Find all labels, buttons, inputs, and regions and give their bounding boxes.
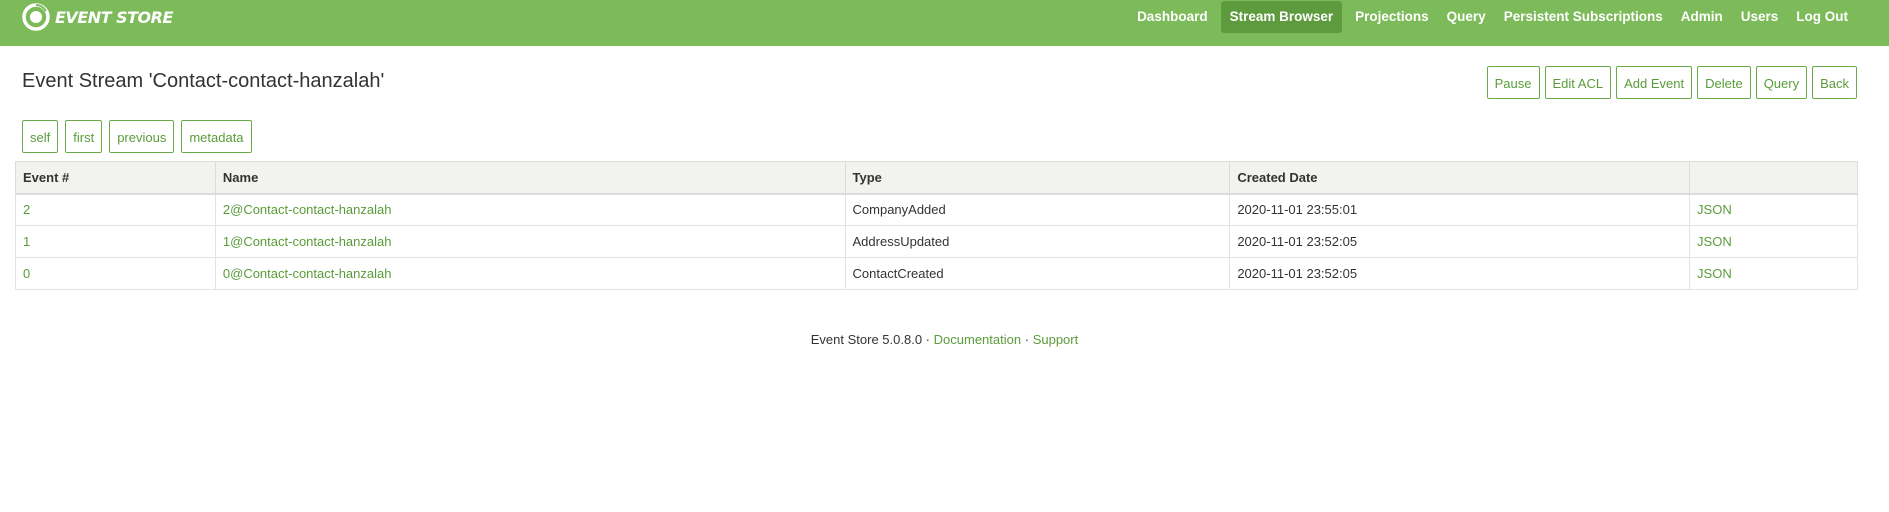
table-row: 2 2@Contact-contact-hanzalah CompanyAdde…: [15, 193, 1858, 226]
stream-action-buttons: Pause Edit ACL Add Event Delete Query Ba…: [1486, 66, 1857, 99]
event-json-link[interactable]: JSON: [1689, 193, 1858, 226]
self-link-button[interactable]: self: [22, 120, 59, 153]
events-table: Event # Name Type Created Date 2 2@Conta…: [15, 161, 1858, 290]
footer: Event Store 5.0.8.0 · Documentation · Su…: [0, 332, 1889, 347]
edit-acl-button[interactable]: Edit ACL: [1544, 66, 1612, 99]
top-navbar: EVENT STORE Dashboard Stream Browser Pro…: [0, 0, 1889, 46]
event-name-link[interactable]: 1@Contact-contact-hanzalah: [214, 225, 846, 258]
event-type: ContactCreated: [844, 257, 1231, 290]
nav-persistent-subscriptions[interactable]: Persistent Subscriptions: [1495, 0, 1672, 34]
event-name-link[interactable]: 2@Contact-contact-hanzalah: [214, 193, 846, 226]
table-header-row: Event # Name Type Created Date: [15, 161, 1858, 195]
header-json: [1689, 161, 1858, 195]
nav-admin[interactable]: Admin: [1672, 0, 1732, 34]
nav-stream-browser[interactable]: Stream Browser: [1220, 1, 1343, 33]
footer-separator: ·: [925, 332, 931, 347]
header-event-number: Event #: [15, 161, 216, 195]
event-created-date: 2020-11-01 23:52:05: [1229, 257, 1691, 290]
event-type: CompanyAdded: [844, 193, 1231, 226]
back-button[interactable]: Back: [1812, 66, 1857, 99]
event-created-date: 2020-11-01 23:55:01: [1229, 193, 1691, 226]
event-number-link[interactable]: 2: [15, 193, 216, 226]
header-created-date: Created Date: [1229, 161, 1691, 195]
query-button[interactable]: Query: [1755, 66, 1808, 99]
event-name-link[interactable]: 0@Contact-contact-hanzalah: [214, 257, 846, 290]
nav-query[interactable]: Query: [1438, 0, 1495, 34]
nav-dashboard[interactable]: Dashboard: [1128, 0, 1217, 34]
event-store-logo-icon: [22, 3, 50, 31]
first-link-button[interactable]: first: [65, 120, 103, 153]
nav-users[interactable]: Users: [1732, 0, 1788, 34]
documentation-link[interactable]: Documentation: [934, 332, 1021, 347]
brand-name: EVENT STORE: [55, 7, 173, 27]
stream-link-buttons: self first previous metadata: [22, 120, 252, 153]
table-row: 0 0@Contact-contact-hanzalah ContactCrea…: [15, 257, 1858, 290]
event-json-link[interactable]: JSON: [1689, 225, 1858, 258]
metadata-link-button[interactable]: metadata: [181, 120, 252, 153]
event-number-link[interactable]: 1: [15, 225, 216, 258]
header-name: Name: [214, 161, 846, 195]
brand[interactable]: EVENT STORE: [22, 2, 173, 32]
add-event-button[interactable]: Add Event: [1616, 66, 1693, 99]
event-type: AddressUpdated: [844, 225, 1231, 258]
event-number-link[interactable]: 0: [15, 257, 216, 290]
event-json-link[interactable]: JSON: [1689, 257, 1858, 290]
nav-projections[interactable]: Projections: [1346, 0, 1438, 34]
pause-button[interactable]: Pause: [1486, 66, 1540, 99]
delete-button[interactable]: Delete: [1697, 66, 1751, 99]
support-link[interactable]: Support: [1033, 332, 1079, 347]
nav-log-out[interactable]: Log Out: [1787, 0, 1857, 34]
footer-version: Event Store 5.0.8.0: [810, 332, 923, 347]
table-row: 1 1@Contact-contact-hanzalah AddressUpda…: [15, 225, 1858, 258]
event-created-date: 2020-11-01 23:52:05: [1229, 225, 1691, 258]
footer-separator: ·: [1024, 332, 1030, 347]
header-type: Type: [844, 161, 1231, 195]
page-title: Event Stream 'Contact-contact-hanzalah': [22, 70, 385, 92]
main-nav: Dashboard Stream Browser Projections Que…: [1128, 0, 1857, 34]
previous-link-button[interactable]: previous: [109, 120, 175, 153]
